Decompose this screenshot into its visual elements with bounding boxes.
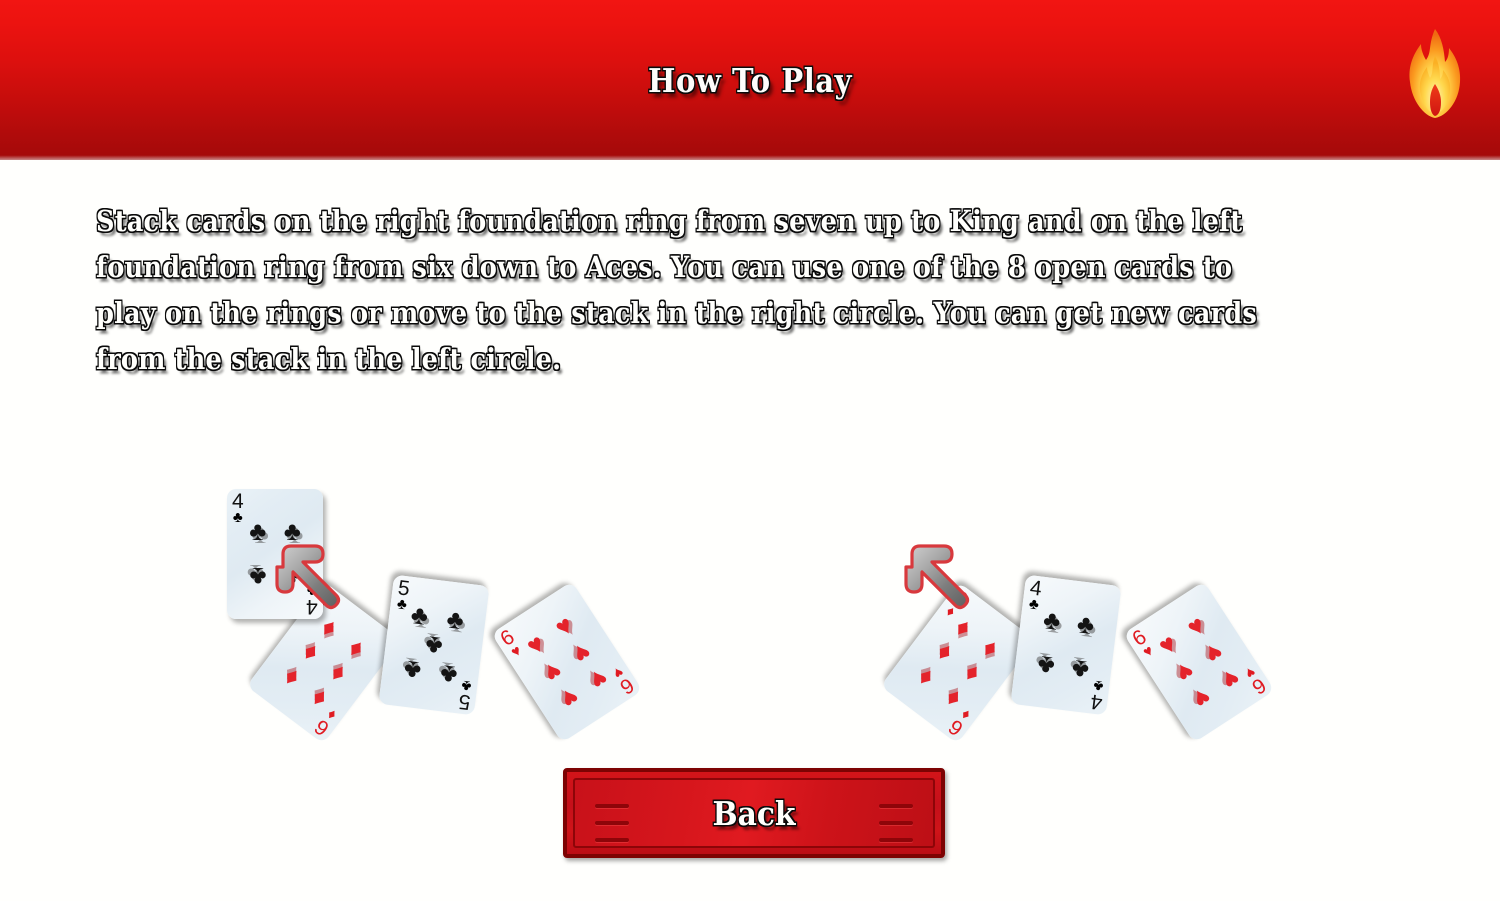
back-button[interactable]: Back [563, 768, 945, 858]
diamonds-pip: ♦ [295, 637, 324, 669]
clubs-pip: ♣ [1075, 609, 1097, 641]
diamonds-pip: ♦ [976, 632, 1005, 664]
flame-icon [1409, 29, 1461, 118]
clubs-pip: ♣ [1041, 605, 1062, 636]
diamonds-pip: ♦ [957, 658, 986, 690]
diamonds-pip: ♦ [911, 662, 940, 694]
card-4-clubs-right: 4 ♣ 4 ♣ ♣ ♣ ♣ ♣ [1010, 574, 1122, 716]
arrow-cursor-icon-left [275, 544, 341, 610]
diamonds-pip: ♦ [929, 637, 958, 669]
clubs-pip: ♣ [249, 562, 267, 592]
hearts-pip: ♥ [1152, 628, 1182, 662]
hearts-pip: ♥ [1199, 636, 1229, 670]
card-pips: ♣ ♣ ♣ ♣ [1010, 575, 1121, 716]
card-pips: ♣ ♣ ♣ ♣ ♣ [378, 575, 489, 716]
card-5-clubs-left: 5 ♣ 5 ♣ ♣ ♣ ♣ ♣ ♣ [378, 574, 490, 716]
page-title: How To Play [647, 60, 853, 100]
diamonds-pip: ♦ [949, 611, 978, 643]
card-6-hearts-right: 6 ♥ 6 ♥ ♥ ♥ ♥ ♥ ♥ ♥ [1123, 581, 1275, 743]
page-header: How To Play [0, 0, 1500, 160]
clubs-pip: ♣ [423, 630, 445, 661]
hearts-pip: ♥ [555, 681, 585, 715]
clubs-pip: ♣ [1035, 649, 1057, 681]
hearts-pip: ♥ [1187, 681, 1217, 715]
clubs-pip: ♣ [402, 654, 423, 686]
clubs-pip: ♣ [445, 604, 466, 636]
hearts-pip: ♥ [1181, 609, 1211, 643]
hearts-pip: ♥ [549, 609, 579, 643]
clubs-pip: ♣ [409, 599, 430, 631]
diamonds-pip: ♦ [323, 658, 352, 690]
hearts-pip: ♥ [584, 662, 614, 696]
diamonds-pip: ♦ [938, 683, 967, 715]
diamonds-pip: ♦ [277, 662, 306, 694]
arrow-cursor-icon-right [904, 544, 970, 610]
back-button-label: Back [712, 793, 796, 833]
hearts-pip: ♥ [1170, 655, 1200, 689]
clubs-pip: ♣ [438, 659, 459, 691]
hearts-pip: ♥ [1216, 662, 1246, 696]
clubs-pip: ♣ [249, 516, 267, 546]
instructions-text: Stack cards on the right foundation ring… [96, 204, 1258, 376]
card-pips: ♥ ♥ ♥ ♥ ♥ ♥ [1123, 581, 1274, 742]
hearts-pip: ♥ [538, 655, 568, 689]
hearts-pip: ♥ [520, 628, 550, 662]
diamonds-pip: ♦ [342, 632, 371, 664]
clubs-pip: ♣ [1070, 654, 1091, 685]
hearts-pip: ♥ [567, 636, 597, 670]
card-pips: ♥ ♥ ♥ ♥ ♥ ♥ [491, 581, 642, 742]
diamonds-pip: ♦ [304, 683, 333, 715]
card-6-hearts-left: 6 ♥ 6 ♥ ♥ ♥ ♥ ♥ ♥ ♥ [491, 581, 643, 743]
how-to-play-screen: How To Play Stack cards on the right fou… [0, 0, 1500, 901]
back-button-frame: Back [573, 778, 935, 848]
